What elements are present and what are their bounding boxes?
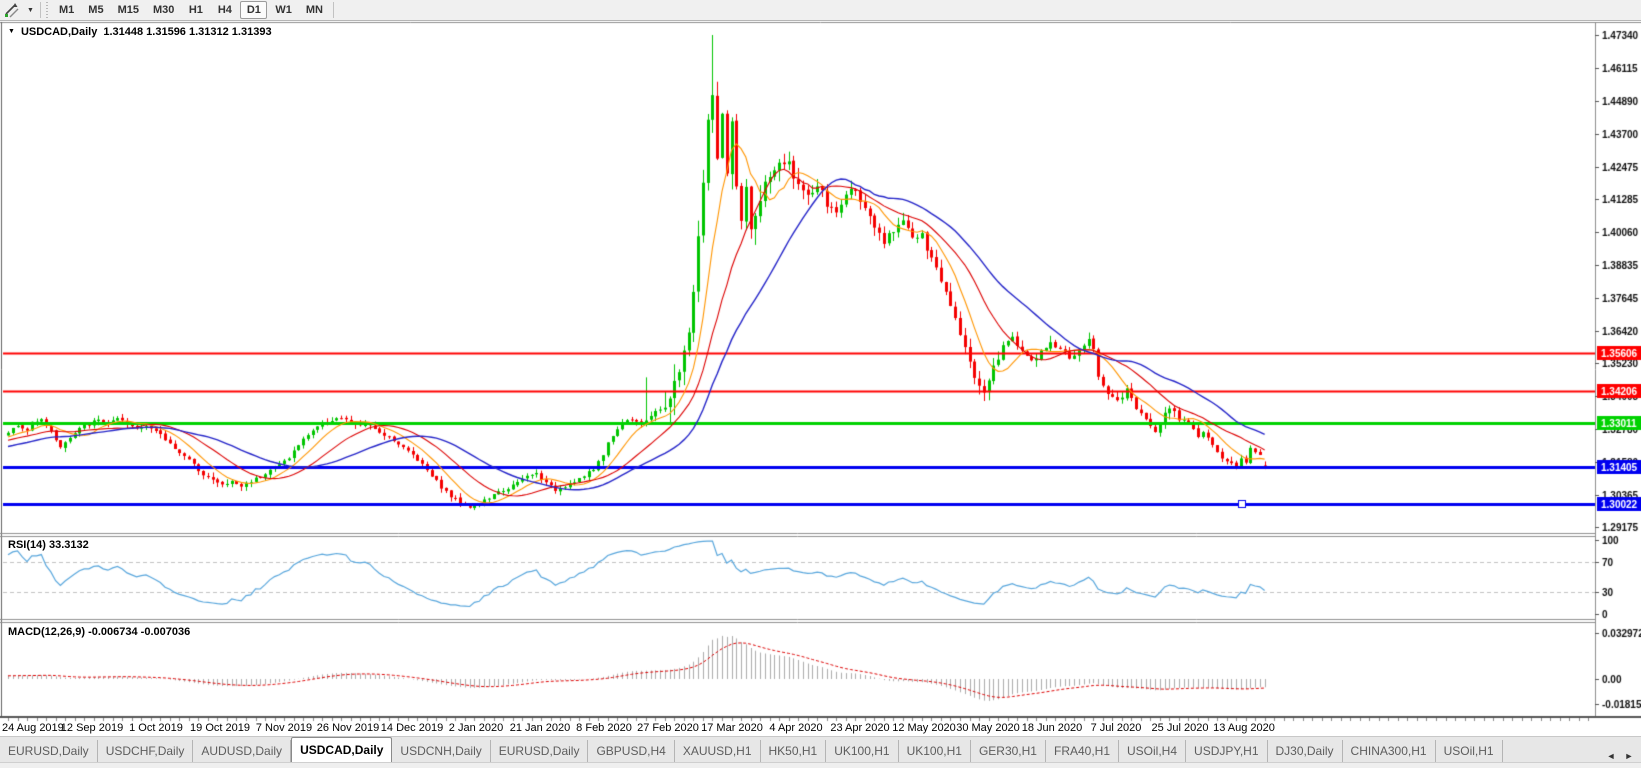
toolbar-grip[interactable] (46, 2, 48, 18)
chart-tab-usdcad-daily[interactable]: USDCAD,Daily (291, 737, 392, 762)
chart-tab-china300-h1[interactable]: CHINA300,H1 (1343, 740, 1436, 762)
chart-tab-ger30-h1[interactable]: GER30,H1 (971, 740, 1046, 762)
timeframe-button-h1[interactable]: H1 (182, 1, 209, 19)
status-bar (0, 762, 1641, 768)
chart-symbol-period: USDCAD,Daily (21, 26, 97, 38)
chart-collapse-icon[interactable]: ▼ (8, 28, 15, 35)
tab-scroll-controls: ◄ ► (1603, 748, 1637, 764)
chart-tab-usdcnh-daily[interactable]: USDCNH,Daily (392, 740, 490, 762)
tool-dropdown-icon[interactable]: ▼ (24, 1, 37, 20)
timeframe-button-mn[interactable]: MN (300, 1, 329, 19)
timeframe-button-h4[interactable]: H4 (211, 1, 238, 19)
chart-tab-uk100-h1[interactable]: UK100,H1 (899, 740, 971, 762)
chart-ohlc-values: 1.31448 1.31596 1.31312 1.31393 (103, 26, 271, 38)
chart-tab-uk100-h1[interactable]: UK100,H1 (826, 740, 898, 762)
timeframe-buttons: M1M5M15M30H1H4D1W1MN (52, 1, 330, 19)
rsi-indicator-label: RSI(14) 33.3132 (8, 539, 89, 551)
chart-tab-eurusd-daily[interactable]: EURUSD,Daily (491, 740, 589, 762)
chart-tab-eurusd-daily[interactable]: EURUSD,Daily (0, 740, 98, 762)
chart-tab-dj30-daily[interactable]: DJ30,Daily (1268, 740, 1343, 762)
timeframe-button-m15[interactable]: M15 (112, 1, 145, 19)
trendline-tool-glyph (4, 2, 20, 18)
timeframe-button-m30[interactable]: M30 (147, 1, 180, 19)
tab-scroll-right-icon[interactable]: ► (1621, 748, 1637, 764)
chart-tab-usoil-h4[interactable]: USOil,H4 (1119, 740, 1186, 762)
timeframe-button-m1[interactable]: M1 (53, 1, 80, 19)
price-chart-canvas[interactable] (0, 0, 1641, 740)
chart-tab-gbpusd-h4[interactable]: GBPUSD,H4 (588, 740, 674, 762)
macd-indicator-label: MACD(12,26,9) -0.006734 -0.007036 (8, 626, 190, 638)
chart-tab-hk50-h1[interactable]: HK50,H1 (761, 740, 827, 762)
chart-tab-audusd-daily[interactable]: AUDUSD,Daily (193, 740, 291, 762)
toolbar-separator (40, 2, 41, 18)
timeframe-button-w1[interactable]: W1 (269, 1, 298, 19)
timeframe-button-m5[interactable]: M5 (82, 1, 109, 19)
chart-tab-xauusd-h1[interactable]: XAUUSD,H1 (675, 740, 761, 762)
chart-tab-usdjpy-h1[interactable]: USDJPY,H1 (1186, 740, 1267, 762)
tab-scroll-left-icon[interactable]: ◄ (1603, 748, 1619, 764)
trendline-tool-icon[interactable] (0, 1, 24, 20)
chart-tab-usoil-h1[interactable]: USOil,H1 (1436, 740, 1503, 762)
chart-tab-bar: EURUSD,DailyUSDCHF,DailyAUDUSD,DailyUSDC… (0, 736, 1641, 762)
timeframe-toolbar: ▼ M1M5M15M30H1H4D1W1MN (0, 0, 1641, 21)
chart-tab-usdchf-daily[interactable]: USDCHF,Daily (98, 740, 194, 762)
chart-title: ▼ USDCAD,Daily 1.31448 1.31596 1.31312 1… (8, 26, 272, 38)
mt4-window: ▼ M1M5M15M30H1H4D1W1MN ▼ USDCAD,Daily 1.… (0, 0, 1641, 768)
timeframe-button-d1[interactable]: D1 (240, 1, 267, 19)
toolbar-separator (333, 2, 334, 18)
chart-tab-fra40-h1[interactable]: FRA40,H1 (1046, 740, 1119, 762)
